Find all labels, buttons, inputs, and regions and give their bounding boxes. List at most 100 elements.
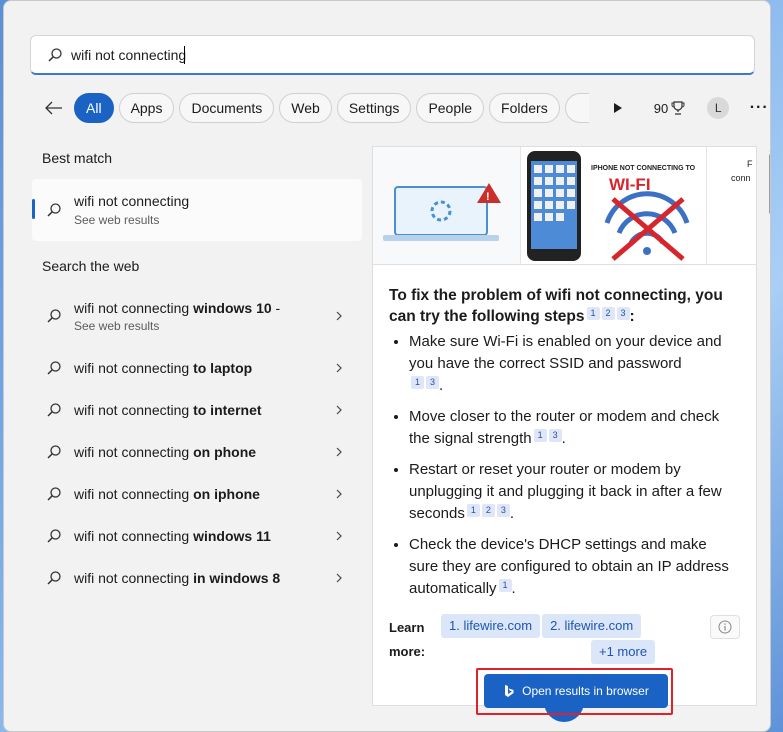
filter-all[interactable]: All [74,93,114,123]
search-icon [47,203,61,217]
web-result-item[interactable]: wifi not connecting windows 11 [32,515,362,557]
filter-web[interactable]: Web [279,93,332,123]
citation-badge[interactable]: 1 [586,307,600,320]
best-match-heading: Best match [42,150,113,166]
chevron-right-icon[interactable] [334,405,344,415]
info-button[interactable] [710,615,740,639]
more-options-button[interactable]: ··· [747,99,770,117]
step-text: Make sure Wi-Fi is enabled on your devic… [409,333,722,372]
result-bold-text: windows 11 [193,528,271,544]
search-box[interactable]: wifi not connecting [30,35,755,75]
search-icon [48,47,62,62]
step-item: Make sure Wi-Fi is enabled on your devic… [409,331,740,397]
chevron-right-icon[interactable] [334,489,344,499]
search-icon [47,445,61,459]
result-text: wifi not connecting [74,299,194,316]
citation-badge[interactable]: 3 [496,504,510,517]
citation-badge[interactable]: 1 [533,429,547,442]
trophy-icon [671,101,685,115]
text-caret [184,45,186,64]
wifi-off-icon [604,191,690,261]
result-bold-text: windows 10 [193,299,272,316]
answer-heading-tail: : [629,308,635,325]
step-item: Check the device's DHCP settings and mak… [409,534,740,600]
chevron-right-icon[interactable] [334,573,344,583]
search-icon [47,309,61,323]
citation-badge[interactable]: 1 [466,504,480,517]
web-result-item[interactable]: wifi not connecting to internet [32,389,362,431]
step-item: Restart or reset your router or modem by… [409,459,740,525]
laptop-warning-image[interactable]: ! [373,147,521,264]
answer-scrollbar[interactable]: ▲ ▼ [765,145,770,726]
open-in-browser-label: Open results in browser [522,684,649,698]
result-text: wifi not connecting [74,402,194,418]
web-result-item[interactable]: wifi not connecting in windows 8 [32,557,362,599]
citation-badge[interactable]: 2 [481,504,495,517]
image-caption: F [747,159,753,169]
image-caption: conn [731,173,751,183]
chevron-right-icon[interactable] [334,447,344,457]
search-input[interactable]: wifi not connecting [71,47,186,63]
answer-content: To fix the problem of wifi not connectin… [373,265,756,600]
chevron-right-icon[interactable] [334,531,344,541]
iphone-wifi-image[interactable]: IPHONE NOT CONNECTING TO WI-FI [521,147,707,264]
result-text: wifi not connecting [74,444,194,460]
filter-people[interactable]: People [416,93,485,123]
filter-apps[interactable]: Apps [118,93,175,123]
answer-heading: To fix the problem of wifi not connectin… [389,285,740,327]
citation-badge[interactable]: 1 [498,579,512,592]
filter-bar: All Apps Documents Web Settings People F… [40,92,770,124]
info-icon [718,620,732,634]
result-bold-text: to laptop [193,360,253,376]
filter-documents[interactable]: Documents [179,93,275,123]
back-button[interactable] [40,94,68,122]
chevron-right-icon[interactable] [334,311,344,321]
scroll-down-arrow[interactable]: ▼ [768,715,770,724]
source-link[interactable]: 1. lifewire.com [441,614,541,638]
source-link[interactable]: 2. lifewire.com [542,614,642,638]
step-text: Move closer to the router or modem and c… [409,408,720,447]
answer-panel: ! IPHONE NOT CONNECTING TO WI-FI F conn … [372,146,757,706]
svg-text:!: ! [486,191,490,203]
citation-badge[interactable]: 2 [601,307,615,320]
web-result-item[interactable]: wifi not connecting on phone [32,431,362,473]
scroll-filters-button[interactable] [604,94,632,122]
more-sources-link[interactable]: +1 more [591,640,656,664]
filter-settings[interactable]: Settings [336,93,412,123]
citation-badge[interactable]: 3 [616,307,630,320]
result-tail: - [271,299,281,316]
chevron-right-icon[interactable] [334,363,344,373]
rewards-points[interactable]: 90 [654,101,685,116]
step-text: Check the device's DHCP settings and mak… [409,536,729,597]
learn-more-label: Learn more: [389,616,441,664]
open-in-browser-button[interactable]: Open results in browser [484,674,668,708]
filter-folders[interactable]: Folders [489,93,560,123]
partial-result-image[interactable]: F conn [707,147,756,264]
result-bold-text: to internet [193,402,262,418]
best-match-item[interactable]: wifi not connecting See web results [32,179,362,241]
steps-list: Make sure Wi-Fi is enabled on your devic… [389,331,740,600]
user-avatar[interactable]: L [707,97,730,119]
search-window: wifi not connecting All Apps Documents W… [3,0,771,732]
result-subtitle: See web results [74,318,160,333]
search-icon [47,529,61,543]
search-icon [47,361,61,375]
search-icon [47,403,61,417]
web-result-item[interactable]: wifi not connecting on iphone [32,473,362,515]
play-icon [613,103,622,113]
learn-more-section: Learn more: 1. lifewire.com 2. lifewire.… [373,614,756,664]
web-result-item[interactable]: wifi not connecting to laptop [32,347,362,389]
points-value: 90 [653,100,669,116]
filter-overflow[interactable] [564,93,589,123]
bing-logo-icon [505,685,514,697]
scroll-thumb[interactable] [769,153,770,215]
results-list: Best match wifi not connecting See web r… [32,141,362,599]
citation-badge[interactable]: 3 [426,376,439,389]
learn-more-links: 1. lifewire.com 2. lifewire.com +1 more [441,614,661,664]
citation-badge[interactable]: 3 [548,429,562,442]
result-bold-text: on iphone [193,486,260,502]
citation-badge[interactable]: 1 [411,376,424,389]
best-match-title: wifi not connecting [74,193,190,209]
step-text: Restart or reset your router or modem by… [409,461,722,522]
web-result-item[interactable]: wifi not connecting windows 10 - See web… [32,289,362,343]
